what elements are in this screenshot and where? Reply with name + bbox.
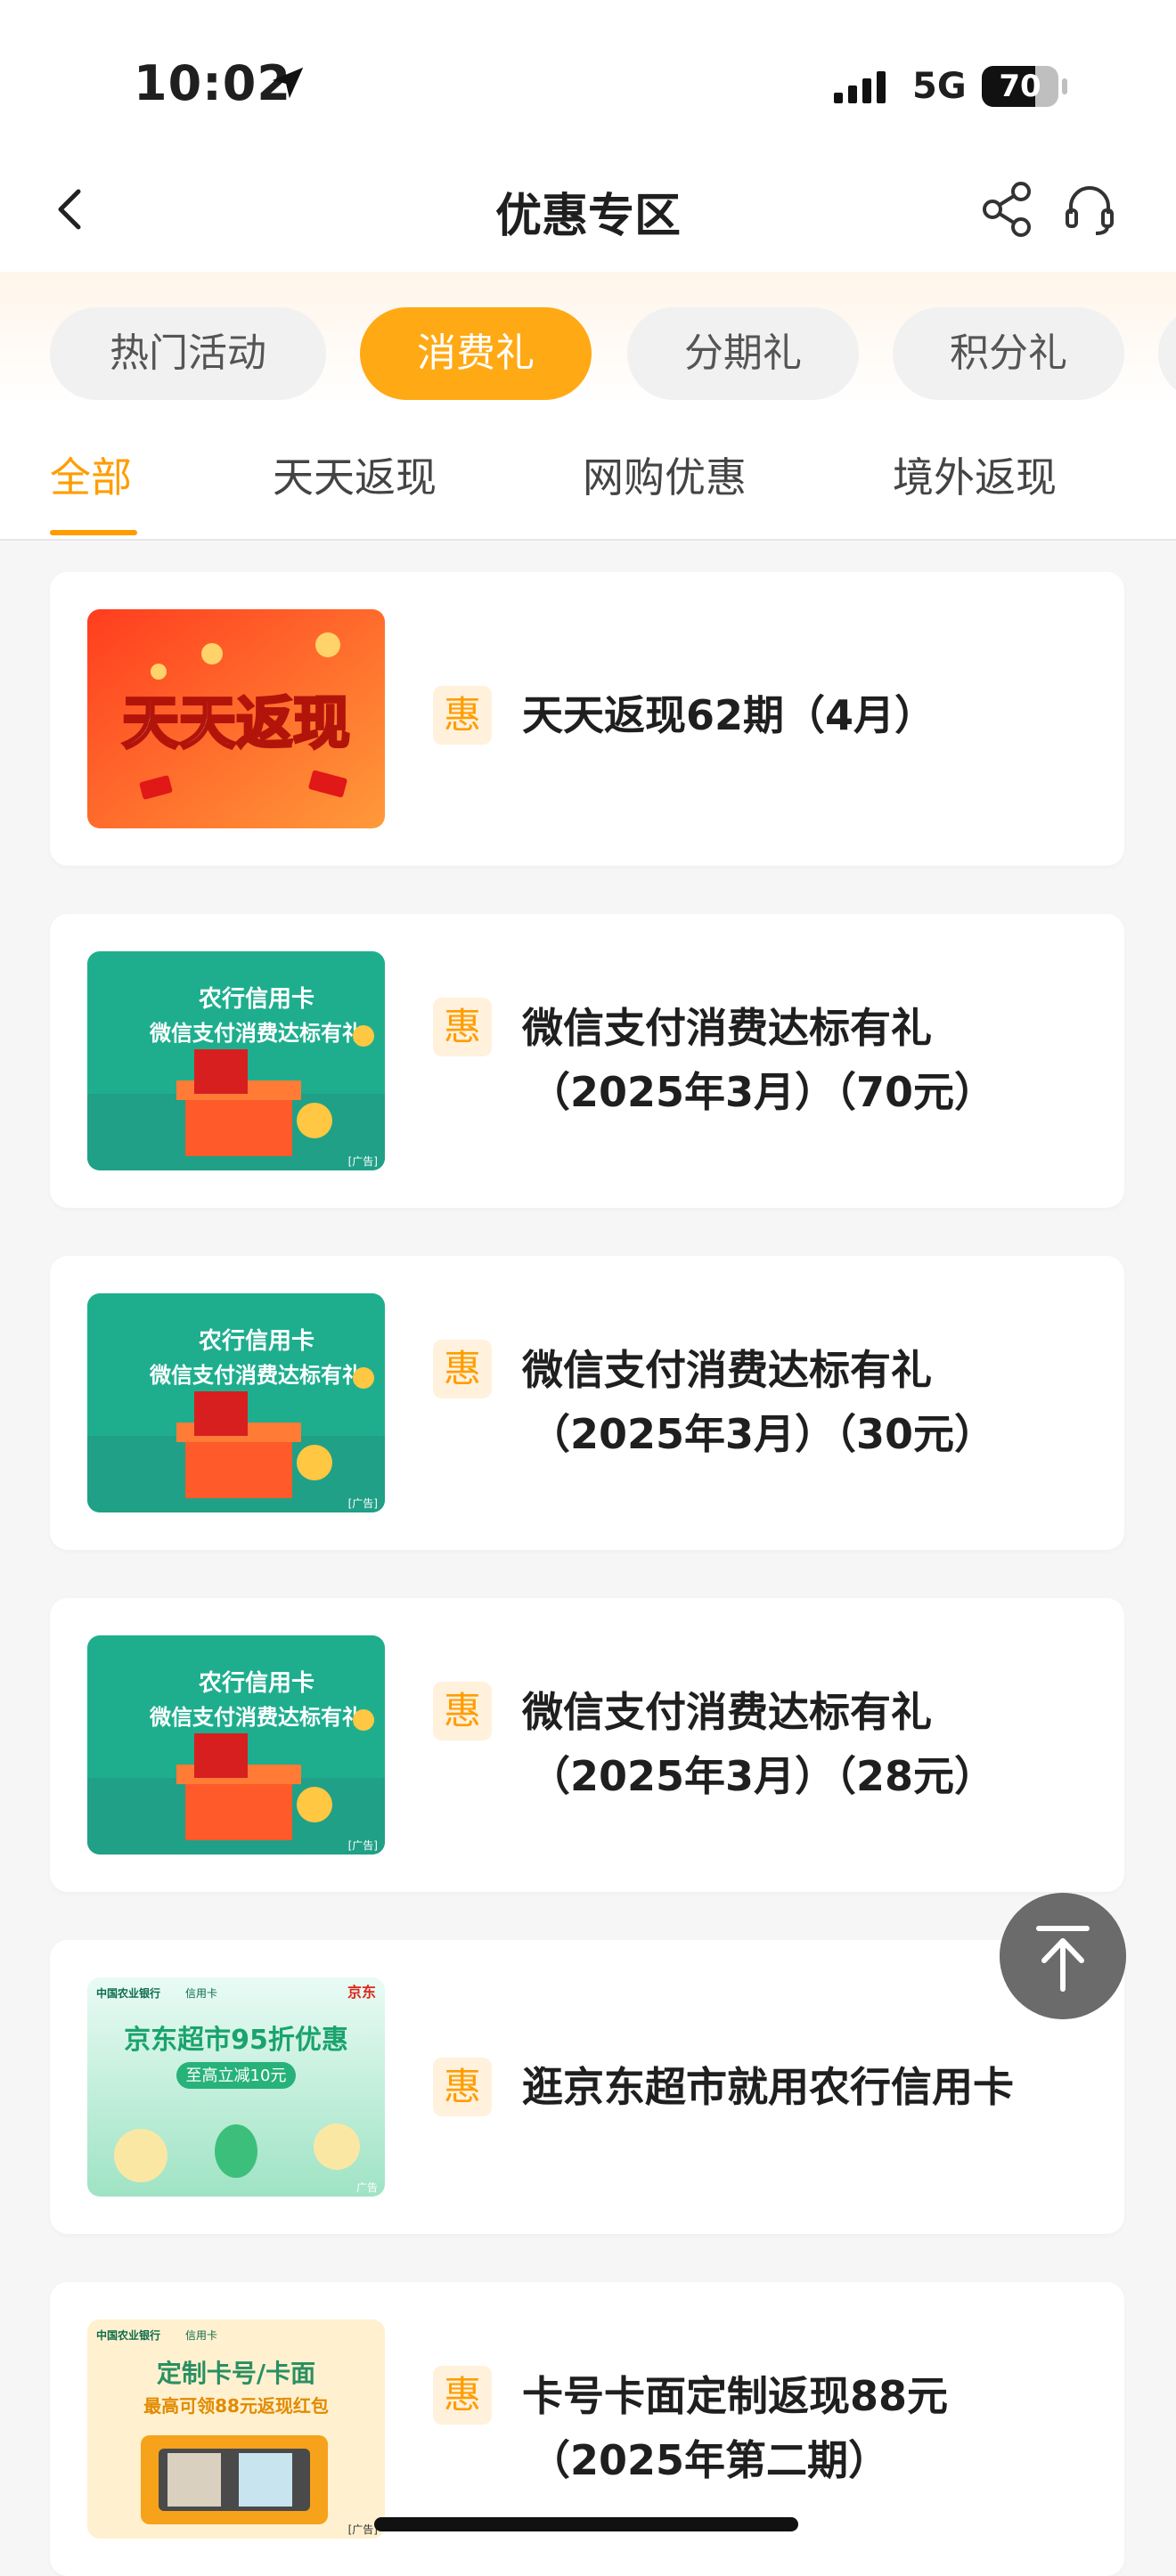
image-headline: 定制卡号/卡面 bbox=[157, 2359, 315, 2388]
sub-tab-bar: 全部 天天返现 网购优惠 境外返现 bbox=[0, 405, 1176, 541]
promo-image: 天天返现 bbox=[87, 609, 385, 828]
promo-card[interactable]: 农行信用卡 微信支付消费达标有礼 [广告] 惠 微信支付消费达标有礼 （2025… bbox=[50, 1598, 1124, 1892]
title-line: （2025年3月）（30元） bbox=[529, 1410, 996, 1458]
ad-label: [广告] bbox=[348, 1839, 378, 1852]
tab-hot-activities[interactable]: 热门活动 bbox=[50, 307, 326, 400]
card-type: 信用卡 bbox=[185, 1987, 217, 2000]
promo-card[interactable]: 中国农业银行 信用卡 定制卡号/卡面 最高可领88元返现红包 [广告] 惠 卡号… bbox=[50, 2282, 1124, 2576]
discount-badge: 惠 bbox=[433, 2366, 492, 2425]
card-type: 信用卡 bbox=[185, 2329, 217, 2342]
card-title: 微信支付消费达标有礼 （2025年3月）（70元） bbox=[522, 996, 1101, 1124]
promo-image: 农行信用卡 微信支付消费达标有礼 [广告] bbox=[87, 1293, 385, 1512]
category-tab-bar: 热门活动 消费礼 分期礼 积分礼 bbox=[0, 272, 1176, 405]
discount-badge: 惠 bbox=[433, 1682, 492, 1740]
promo-image: 农行信用卡 微信支付消费达标有礼 [广告] bbox=[87, 1635, 385, 1855]
promo-image: 中国农业银行 信用卡 定制卡号/卡面 最高可领88元返现红包 [广告] bbox=[87, 2319, 385, 2539]
image-subline: 最高可领88元返现红包 bbox=[143, 2395, 329, 2417]
image-headline: 农行信用卡 bbox=[198, 1669, 314, 1697]
status-bar: 10:02 5G 70 bbox=[0, 0, 1176, 151]
subtab-all[interactable]: 全部 bbox=[50, 445, 132, 504]
partner-logo: 京东 bbox=[347, 1984, 376, 2001]
home-indicator bbox=[374, 2517, 798, 2531]
ad-label: [广告] bbox=[348, 1497, 378, 1510]
title-line: 微信支付消费达标有礼 bbox=[522, 1346, 932, 1394]
battery-icon: 70 bbox=[982, 66, 1058, 107]
signal-strength-icon bbox=[834, 71, 886, 103]
subtab-overseas-cashback[interactable]: 境外返现 bbox=[893, 445, 1057, 504]
image-subline: 微信支付消费达标有礼 bbox=[149, 1021, 363, 1046]
promo-card[interactable]: 中国农业银行 信用卡 京东 京东超市95折优惠 至高立减10元 广告 惠 逛京东… bbox=[50, 1940, 1124, 2234]
ad-label: 广告 bbox=[356, 2181, 378, 2194]
ad-label: [广告] bbox=[348, 2523, 378, 2536]
card-title: 逛京东超市就用农行信用卡 bbox=[522, 2055, 1101, 2119]
title-line: 逛京东超市就用农行信用卡 bbox=[522, 2063, 1014, 2111]
image-headline: 农行信用卡 bbox=[198, 985, 314, 1013]
promo-image: 中国农业银行 信用卡 京东 京东超市95折优惠 至高立减10元 广告 bbox=[87, 1977, 385, 2197]
image-headline: 农行信用卡 bbox=[198, 1327, 314, 1355]
nav-header: 优惠专区 bbox=[0, 151, 1176, 272]
card-title: 微信支付消费达标有礼 （2025年3月）（28元） bbox=[522, 1680, 1101, 1808]
headset-icon[interactable] bbox=[1060, 180, 1119, 239]
title-line: 微信支付消费达标有礼 bbox=[522, 1688, 932, 1736]
title-line: 微信支付消费达标有礼 bbox=[522, 1004, 932, 1052]
title-line: 卡号卡面定制返现88元 bbox=[522, 2372, 949, 2420]
promo-card[interactable]: 天天返现 惠 天天返现62期（4月） bbox=[50, 572, 1124, 866]
subtab-daily-cashback[interactable]: 天天返现 bbox=[273, 445, 437, 504]
discount-badge: 惠 bbox=[433, 2058, 492, 2116]
image-subline: 微信支付消费达标有礼 bbox=[149, 1705, 363, 1730]
share-icon[interactable] bbox=[978, 180, 1037, 239]
discount-badge: 惠 bbox=[433, 998, 492, 1056]
location-arrow-icon bbox=[272, 67, 304, 99]
promo-card[interactable]: 农行信用卡 微信支付消费达标有礼 [广告] 惠 微信支付消费达标有礼 （2025… bbox=[50, 1256, 1124, 1550]
active-tab-indicator bbox=[50, 530, 137, 535]
battery-tip bbox=[1062, 78, 1067, 94]
promo-image: 农行信用卡 微信支付消费达标有礼 [广告] bbox=[87, 951, 385, 1170]
tab-installment-gift[interactable]: 分期礼 bbox=[627, 307, 859, 400]
card-title: 微信支付消费达标有礼 （2025年3月）（30元） bbox=[522, 1338, 1101, 1466]
subtab-online-shopping[interactable]: 网购优惠 bbox=[583, 445, 747, 504]
title-line: （2025年第二期） bbox=[529, 2436, 890, 2484]
tab-consumption-gift[interactable]: 消费礼 bbox=[360, 307, 592, 400]
banner-text: 天天返现 bbox=[122, 691, 350, 757]
card-title: 卡号卡面定制返现88元 （2025年第二期） bbox=[522, 2364, 1101, 2492]
ad-label: [广告] bbox=[348, 1155, 378, 1168]
tab-more-partial[interactable] bbox=[1158, 307, 1176, 400]
bank-name: 中国农业银行 bbox=[96, 2328, 160, 2342]
card-title: 天天返现62期（4月） bbox=[522, 683, 1101, 747]
discount-badge: 惠 bbox=[433, 1340, 492, 1398]
bank-name: 中国农业银行 bbox=[96, 1986, 160, 2000]
image-subline: 微信支付消费达标有礼 bbox=[149, 1363, 363, 1388]
network-type: 5G bbox=[912, 66, 967, 107]
battery-percent: 70 bbox=[999, 69, 1041, 104]
title-line: （2025年3月）（70元） bbox=[529, 1068, 996, 1116]
image-headline: 京东超市95折优惠 bbox=[124, 2025, 348, 2056]
title-line: 天天返现62期（4月） bbox=[522, 691, 936, 739]
promo-card[interactable]: 农行信用卡 微信支付消费达标有礼 [广告] 惠 微信支付消费达标有礼 （2025… bbox=[50, 914, 1124, 1208]
back-to-top-button[interactable] bbox=[1000, 1893, 1126, 2019]
discount-badge: 惠 bbox=[433, 686, 492, 745]
title-line: （2025年3月）（28元） bbox=[529, 1752, 996, 1800]
tab-points-gift[interactable]: 积分礼 bbox=[893, 307, 1124, 400]
image-subline: 至高立减10元 bbox=[186, 2067, 287, 2085]
